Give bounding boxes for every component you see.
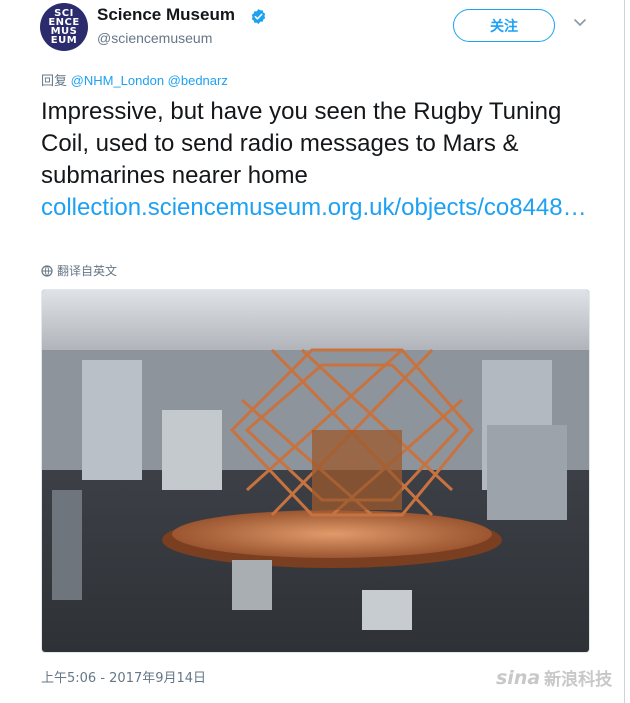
globe-icon: [41, 264, 53, 277]
tweet-text: Impressive, but have you seen the Rugby …: [41, 98, 562, 189]
reply-prefix: 回复: [41, 74, 68, 89]
verified-badge-icon: [251, 9, 266, 24]
follow-button[interactable]: 关注: [453, 9, 555, 42]
reply-context: 回复 @NHM_London @bednarz: [41, 70, 228, 89]
watermark-text: 新浪科技: [544, 670, 613, 690]
divider: [624, 0, 625, 703]
avatar[interactable]: SCI ENCE MUS EUM: [40, 3, 88, 51]
sina-watermark: sina 新浪科技: [496, 665, 613, 691]
tweet-timestamp[interactable]: 上午5:06 - 2017年9月14日: [41, 667, 206, 686]
chevron-down-icon[interactable]: [573, 17, 587, 29]
display-name[interactable]: Science Museum: [97, 5, 235, 25]
reply-mentions-link[interactable]: @NHM_London @bednarz: [71, 73, 228, 88]
tweet-link[interactable]: collection.sciencemuseum.org.uk/objects/…: [41, 192, 601, 224]
translate-label: 翻译自英文: [57, 264, 118, 278]
watermark-brand: sina: [496, 666, 541, 689]
rugby-tuning-coil-photo: [42, 290, 589, 652]
translate-button[interactable]: 翻译自英文: [41, 262, 117, 279]
user-handle[interactable]: @sciencemuseum: [97, 30, 212, 46]
tweet-photo[interactable]: [41, 289, 590, 653]
